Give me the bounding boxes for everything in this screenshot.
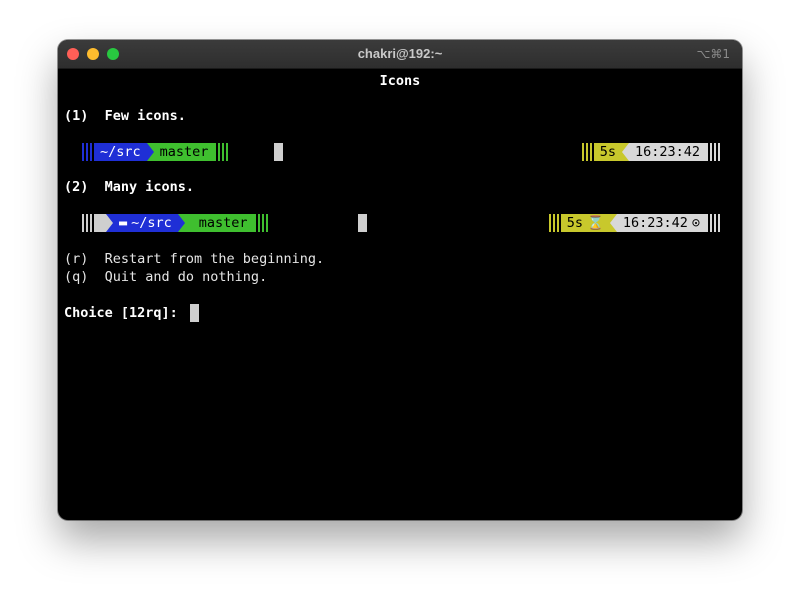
option-2-right-prompt: 5s ⌛ 16:23:42 ⊙ — [546, 214, 720, 232]
input-cursor[interactable] — [190, 304, 199, 322]
option-1-left-prompt: ~/src master — [80, 143, 229, 161]
dither-block — [214, 143, 229, 161]
separator-arrow-icon — [177, 214, 185, 232]
wizard-heading: Icons — [379, 73, 421, 89]
time-segment: 16:23:42 — [628, 143, 706, 161]
preview-cursor — [358, 214, 367, 232]
separator-arrow-icon — [146, 143, 154, 161]
git-segment: master — [184, 214, 254, 232]
dither-block — [579, 143, 594, 161]
dither-block — [80, 143, 94, 161]
dither-block — [80, 214, 94, 232]
time-segment: 16:23:42 ⊙ — [616, 214, 706, 232]
hourglass-icon: ⌛ — [587, 215, 604, 231]
dir-segment: ~/src — [94, 143, 147, 161]
dir-segment: ▬ ~/src — [113, 214, 178, 232]
duration-segment: 5s ⌛ — [560, 214, 610, 232]
dither-block — [253, 214, 268, 232]
clock-icon: ⊙ — [691, 215, 700, 231]
terminal-window: chakri@192:~ ⌥⌘1 Icons (1) Few icons. ~/… — [58, 40, 742, 520]
terminal-content[interactable]: Icons (1) Few icons. ~/src master 5s 16:… — [58, 69, 742, 520]
folder-icon: ▬ — [119, 215, 128, 231]
window-title: chakri@192:~ — [357, 46, 443, 61]
option-2-left-prompt: ▬ ~/src master — [80, 214, 268, 232]
separator-arrow-icon — [609, 214, 617, 232]
os-segment — [94, 214, 106, 232]
separator-arrow-icon — [106, 214, 113, 232]
git-segment: master — [153, 143, 215, 161]
option-1-right-prompt: 5s 16:23:42 — [579, 143, 720, 161]
choice-prompt: Choice [12rq]: — [64, 305, 186, 321]
duration-segment: 5s — [593, 143, 622, 161]
window-shortcut: ⌥⌘1 — [696, 47, 730, 61]
dither-block — [706, 143, 720, 161]
preview-cursor — [274, 143, 283, 161]
dither-block — [706, 214, 720, 232]
dither-block — [546, 214, 561, 232]
restart-option: (r) Restart from the beginning. — [64, 251, 325, 267]
option-1-label: (1) Few icons. — [64, 108, 186, 124]
separator-arrow-icon — [621, 143, 629, 161]
quit-option: (q) Quit and do nothing. — [64, 269, 268, 285]
title-bar: chakri@192:~ ⌥⌘1 — [58, 40, 742, 69]
option-2-label: (2) Many icons. — [64, 179, 195, 195]
